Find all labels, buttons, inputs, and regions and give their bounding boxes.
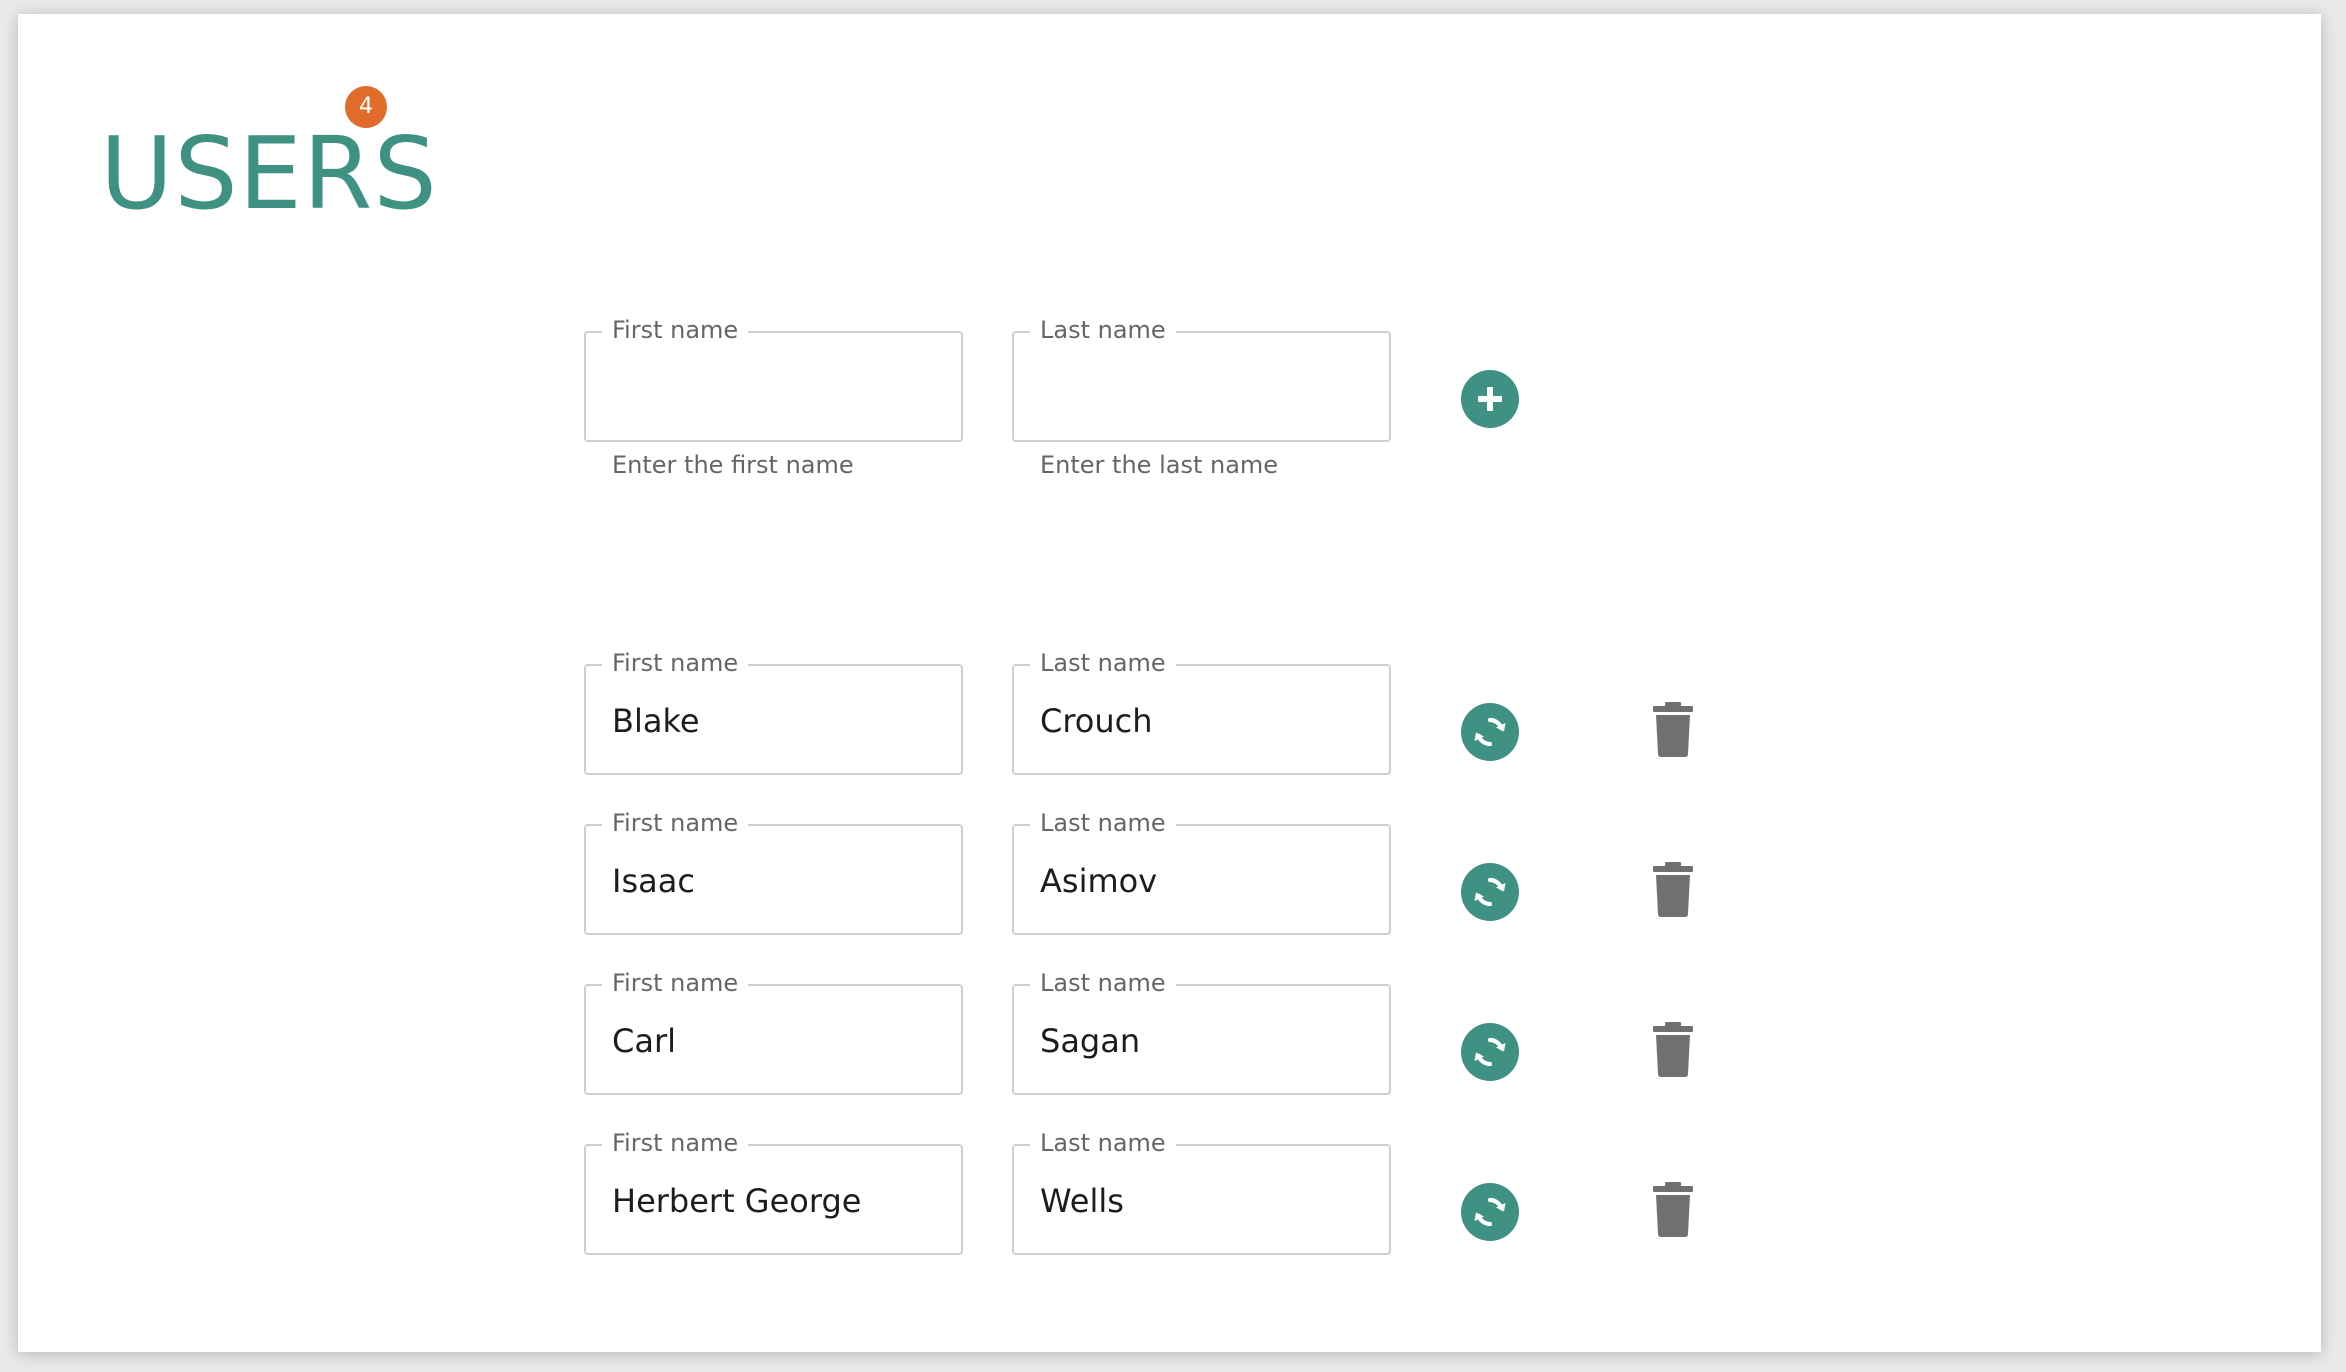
title-wrap: USERS (100, 114, 438, 234)
refresh-icon (1474, 717, 1506, 747)
new-first-name-field[interactable]: First name (584, 316, 963, 442)
last-name-label: Last name (1030, 969, 1176, 997)
last-name-label: Last name (1030, 809, 1176, 837)
update-user-button[interactable] (1461, 703, 1519, 761)
new-last-name-field[interactable]: Last name (1012, 316, 1391, 442)
trash-icon (1653, 862, 1693, 917)
new-first-name-input[interactable] (612, 363, 943, 413)
first-name-input[interactable] (612, 1176, 943, 1226)
last-name-field[interactable]: Last name (1012, 969, 1391, 1095)
first-name-field[interactable]: First name (584, 649, 963, 775)
first-name-label: First name (602, 1129, 749, 1157)
last-name-input[interactable] (1040, 1176, 1371, 1226)
users-card: USERS 4 First name Enter the first name … (18, 14, 2321, 1352)
last-name-input[interactable] (1040, 856, 1371, 906)
refresh-icon (1474, 1197, 1506, 1227)
first-name-label: First name (602, 969, 749, 997)
first-name-input[interactable] (612, 856, 943, 906)
last-name-helper: Enter the last name (1040, 451, 1279, 479)
delete-user-button[interactable] (1651, 700, 1695, 758)
first-name-input[interactable] (612, 696, 943, 746)
delete-user-button[interactable] (1651, 860, 1695, 918)
first-name-helper: Enter the first name (612, 451, 854, 479)
refresh-icon (1474, 1037, 1506, 1067)
last-name-field[interactable]: Last name (1012, 1129, 1391, 1255)
last-name-input[interactable] (1040, 1016, 1371, 1066)
trash-icon (1653, 1022, 1693, 1077)
user-count-badge: 4 (345, 86, 387, 128)
update-user-button[interactable] (1461, 863, 1519, 921)
first-name-field[interactable]: First name (584, 809, 963, 935)
trash-icon (1653, 702, 1693, 757)
last-name-label: Last name (1030, 1129, 1176, 1157)
last-name-input[interactable] (1040, 696, 1371, 746)
first-name-label: First name (602, 316, 749, 344)
last-name-label: Last name (1030, 649, 1176, 677)
first-name-label: First name (602, 649, 749, 677)
first-name-field[interactable]: First name (584, 969, 963, 1095)
update-user-button[interactable] (1461, 1183, 1519, 1241)
new-last-name-input[interactable] (1040, 363, 1371, 413)
last-name-field[interactable]: Last name (1012, 649, 1391, 775)
first-name-label: First name (602, 809, 749, 837)
update-user-button[interactable] (1461, 1023, 1519, 1081)
trash-icon (1653, 1182, 1693, 1237)
delete-user-button[interactable] (1651, 1180, 1695, 1238)
last-name-field[interactable]: Last name (1012, 809, 1391, 935)
first-name-field[interactable]: First name (584, 1129, 963, 1255)
last-name-label: Last name (1030, 316, 1176, 344)
plus-icon (1478, 387, 1502, 411)
refresh-icon (1474, 877, 1506, 907)
page-title: USERS (100, 115, 438, 232)
first-name-input[interactable] (612, 1016, 943, 1066)
delete-user-button[interactable] (1651, 1020, 1695, 1078)
add-user-button[interactable] (1461, 370, 1519, 428)
